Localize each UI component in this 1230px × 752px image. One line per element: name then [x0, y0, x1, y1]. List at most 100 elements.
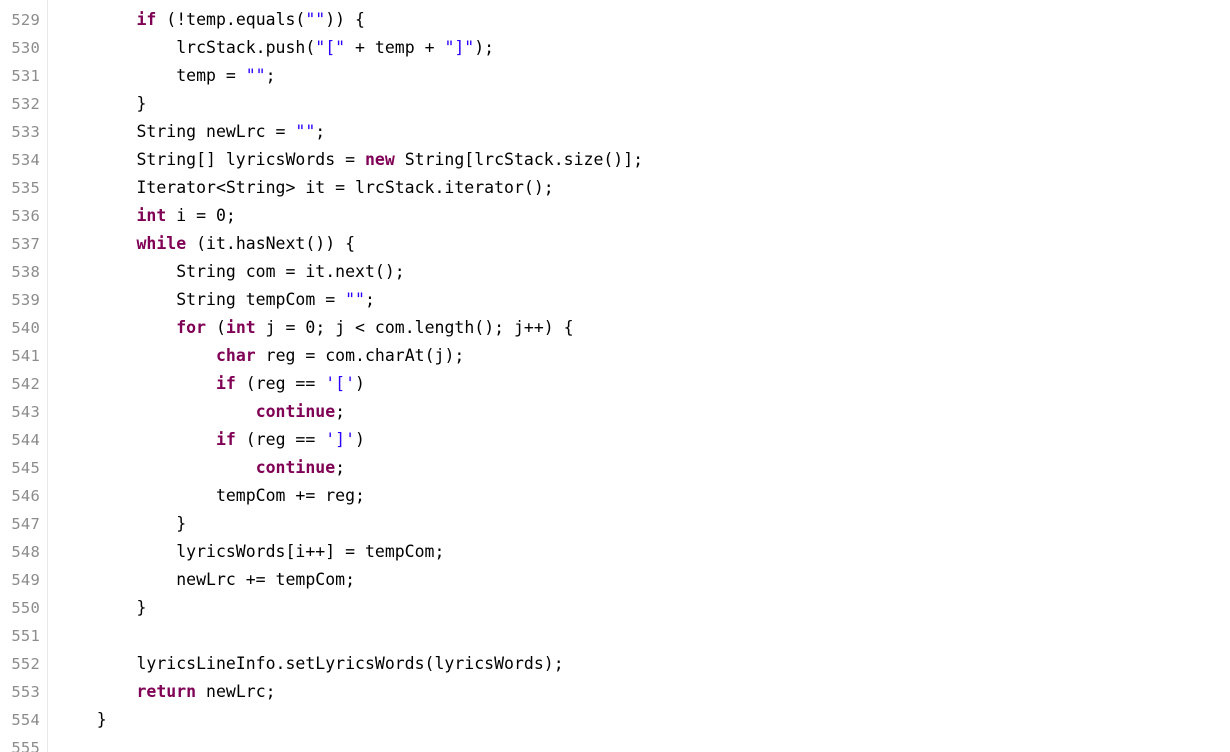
line-number: 554: [11, 711, 40, 729]
code-line[interactable]: 554 }: [0, 706, 1230, 734]
code-token-pln: String[lrcStack.size()];: [394, 150, 644, 169]
code-line-text[interactable]: newLrc += tempCom;: [57, 566, 355, 594]
code-line[interactable]: 538 String com = it.next();: [0, 258, 1230, 286]
line-number: 547: [11, 515, 40, 533]
code-line-text[interactable]: temp = "";: [57, 62, 275, 90]
line-number: 529: [11, 11, 40, 29]
code-line-text[interactable]: lyricsWords[i++] = tempCom;: [57, 538, 444, 566]
code-token-kw: for: [176, 318, 207, 337]
code-line-text[interactable]: }: [57, 594, 146, 622]
code-token-pln: }: [57, 514, 187, 533]
code-token-pln: [57, 430, 216, 449]
code-line-text[interactable]: String com = it.next();: [57, 258, 404, 286]
line-number: 549: [11, 571, 40, 589]
code-token-pln: [57, 206, 136, 225]
code-line[interactable]: 536 int i = 0;: [0, 202, 1230, 230]
line-number: 538: [11, 263, 40, 281]
code-lines-container[interactable]: 528 //529 if (!temp.equals("")) {530 lrc…: [0, 0, 1230, 752]
code-line[interactable]: 551: [0, 622, 1230, 650]
code-line[interactable]: 546 tempCom += reg;: [0, 482, 1230, 510]
code-token-kw: if: [215, 374, 236, 393]
code-line-text[interactable]: }: [57, 510, 186, 538]
code-line[interactable]: 547 }: [0, 510, 1230, 538]
code-line[interactable]: 553 return newLrc;: [0, 678, 1230, 706]
code-line-text[interactable]: continue;: [57, 398, 345, 426]
code-line-text[interactable]: String[] lyricsWords = new String[lrcSta…: [57, 146, 643, 174]
code-token-pln: [57, 374, 216, 393]
code-line-text[interactable]: continue;: [57, 454, 345, 482]
code-token-pln: newLrc += tempCom;: [57, 570, 356, 589]
code-line[interactable]: 535 Iterator<String> it = lrcStack.itera…: [0, 174, 1230, 202]
code-line-text[interactable]: if (reg == ']'): [57, 426, 365, 454]
code-token-pln: ;: [335, 458, 346, 477]
code-line[interactable]: 552 lyricsLineInfo.setLyricsWords(lyrics…: [0, 650, 1230, 678]
code-line-text[interactable]: if (!temp.equals("")) {: [57, 6, 365, 34]
code-line[interactable]: 541 char reg = com.charAt(j);: [0, 342, 1230, 370]
code-token-pln: String newLrc =: [57, 122, 296, 141]
line-number: 546: [11, 487, 40, 505]
code-token-pln: ): [355, 374, 365, 393]
code-token-pln: [57, 346, 216, 365]
code-token-kw: char: [215, 346, 256, 365]
code-token-pln: lrcStack.push(: [57, 38, 316, 57]
code-line[interactable]: 534 String[] lyricsWords = new String[lr…: [0, 146, 1230, 174]
code-token-pln: ;: [335, 402, 346, 421]
code-line[interactable]: 549 newLrc += tempCom;: [0, 566, 1230, 594]
code-line-text[interactable]: if (reg == '['): [57, 370, 365, 398]
code-token-pln: [57, 682, 136, 701]
code-token-pln: + temp +: [345, 38, 445, 57]
code-line[interactable]: 532 }: [0, 90, 1230, 118]
code-line-text[interactable]: char reg = com.charAt(j);: [57, 342, 464, 370]
code-line-text[interactable]: for (int j = 0; j < com.length(); j++) {: [57, 314, 574, 342]
code-line[interactable]: 555: [0, 734, 1230, 752]
code-line-text[interactable]: String newLrc = "";: [57, 118, 325, 146]
code-line-text[interactable]: }: [57, 90, 146, 118]
code-editor-viewport[interactable]: 528 //529 if (!temp.equals("")) {530 lrc…: [0, 0, 1230, 752]
code-token-kw: int: [136, 206, 167, 225]
code-line-text[interactable]: int i = 0;: [57, 202, 235, 230]
code-token-str: '[': [325, 374, 356, 393]
code-line-text[interactable]: String tempCom = "";: [57, 286, 375, 314]
code-line[interactable]: 548 lyricsWords[i++] = tempCom;: [0, 538, 1230, 566]
code-token-kw: if: [136, 10, 157, 29]
code-token-str: ']': [325, 430, 356, 449]
code-token-pln: j = 0; j < com.length(); j++) {: [255, 318, 574, 337]
code-token-kw: continue: [255, 458, 336, 477]
code-line[interactable]: 533 String newLrc = "";: [0, 118, 1230, 146]
code-line[interactable]: 544 if (reg == ']'): [0, 426, 1230, 454]
code-line-text[interactable]: tempCom += reg;: [57, 482, 365, 510]
code-token-str: "": [295, 122, 316, 141]
code-line-text[interactable]: lyricsLineInfo.setLyricsWords(lyricsWord…: [57, 650, 563, 678]
code-line[interactable]: 542 if (reg == '['): [0, 370, 1230, 398]
line-number: 551: [11, 627, 40, 645]
code-line[interactable]: 529 if (!temp.equals("")) {: [0, 6, 1230, 34]
code-line[interactable]: 543 continue;: [0, 398, 1230, 426]
code-token-pln: Iterator<String> it = lrcStack.iterator(…: [57, 178, 554, 197]
code-line-text[interactable]: Iterator<String> it = lrcStack.iterator(…: [57, 174, 554, 202]
code-token-str: "": [245, 66, 266, 85]
code-token-pln: newLrc;: [196, 682, 276, 701]
code-token-pln: )) {: [325, 10, 365, 29]
code-line[interactable]: 531 temp = "";: [0, 62, 1230, 90]
line-number: 540: [11, 319, 40, 337]
code-token-kw: continue: [255, 402, 336, 421]
code-token-pln: );: [474, 38, 495, 57]
line-number: 532: [11, 95, 40, 113]
code-line[interactable]: 540 for (int j = 0; j < com.length(); j+…: [0, 314, 1230, 342]
code-line[interactable]: 545 continue;: [0, 454, 1230, 482]
code-line[interactable]: 550 }: [0, 594, 1230, 622]
code-token-pln: ;: [364, 290, 375, 309]
line-number: 545: [11, 459, 40, 477]
code-line-text[interactable]: return newLrc;: [57, 678, 276, 706]
code-line-text[interactable]: lrcStack.push("[" + temp + "]");: [57, 34, 494, 62]
line-number: 535: [11, 179, 40, 197]
code-line[interactable]: 530 lrcStack.push("[" + temp + "]");: [0, 34, 1230, 62]
code-line-text[interactable]: while (it.hasNext()) {: [57, 230, 355, 258]
code-line[interactable]: 539 String tempCom = "";: [0, 286, 1230, 314]
line-number: 530: [11, 39, 40, 57]
code-token-pln: [57, 402, 256, 421]
code-token-kw: if: [215, 430, 236, 449]
code-token-pln: (: [206, 318, 226, 337]
code-line-text[interactable]: }: [57, 706, 107, 734]
code-line[interactable]: 537 while (it.hasNext()) {: [0, 230, 1230, 258]
